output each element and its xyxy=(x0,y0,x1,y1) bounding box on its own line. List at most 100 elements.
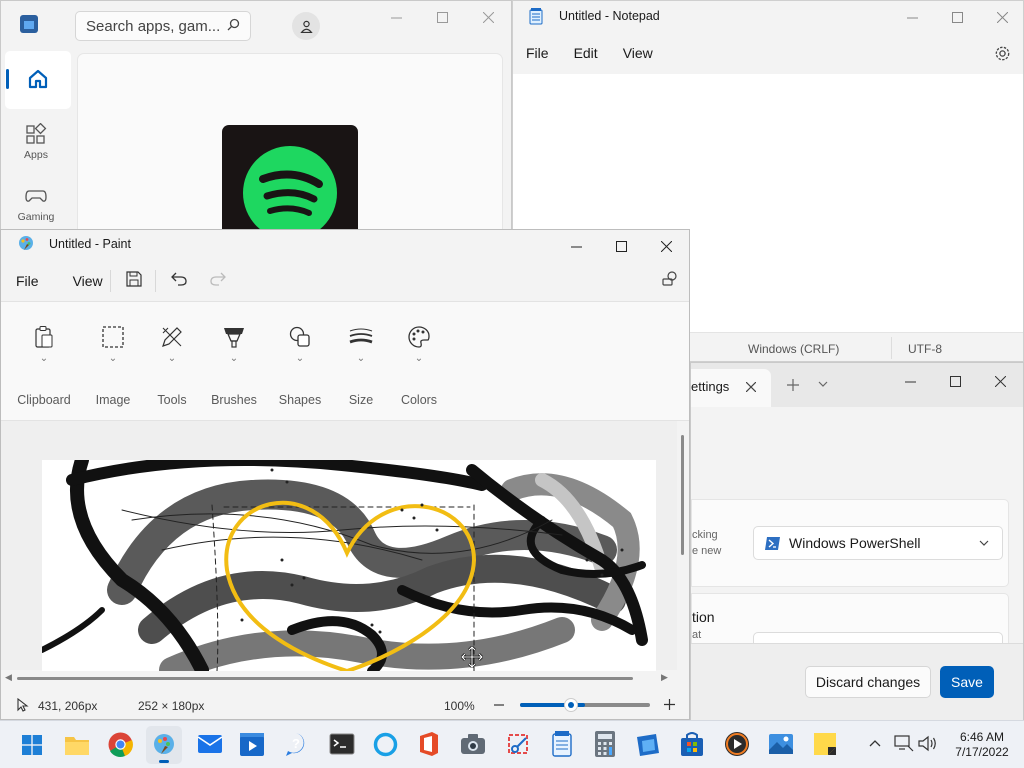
settings-tab[interactable]: ettings xyxy=(691,369,771,407)
store-bag-icon[interactable] xyxy=(680,731,704,757)
chevron-down-icon: ⌄ xyxy=(295,353,305,364)
notepad-menu-edit[interactable]: Edit xyxy=(574,45,598,61)
drawing-canvas[interactable] xyxy=(42,460,656,671)
chrome-icon[interactable] xyxy=(108,732,133,757)
store-maximize-button[interactable] xyxy=(419,1,465,33)
paint-maximize-button[interactable] xyxy=(598,230,644,262)
notepad-menubar: File Edit View xyxy=(526,45,653,61)
zoom-slider[interactable] xyxy=(520,698,650,712)
close-tab-icon[interactable] xyxy=(746,382,756,392)
save-icon[interactable] xyxy=(126,271,142,287)
photos-icon[interactable] xyxy=(768,732,794,756)
apps-icon xyxy=(26,122,47,144)
colors-label: Colors xyxy=(400,393,438,407)
camera-icon[interactable] xyxy=(460,733,486,755)
store-nav-gaming[interactable]: Gaming xyxy=(1,185,71,223)
notepad-menu-file[interactable]: File xyxy=(526,45,549,61)
notepad-menu-view[interactable]: View xyxy=(623,45,653,61)
default-profile-desc-2: e new xyxy=(692,545,722,557)
scroll-left-icon[interactable]: ◀ xyxy=(5,672,12,683)
size-group[interactable]: ⌄ Size xyxy=(338,321,384,407)
start-icon[interactable] xyxy=(22,735,42,755)
store-icon[interactable] xyxy=(636,731,660,757)
terminal-icon[interactable] xyxy=(329,733,355,755)
notepad-minimize-button[interactable] xyxy=(889,1,935,33)
paint-menu-file[interactable]: File xyxy=(16,273,39,289)
discard-changes-button[interactable]: Discard changes xyxy=(805,666,931,698)
mail-icon[interactable] xyxy=(197,733,223,755)
shapes-icon xyxy=(289,326,310,347)
get-help-icon[interactable]: ? xyxy=(284,732,308,757)
home-icon xyxy=(28,69,48,89)
notepad-maximize-button[interactable] xyxy=(934,1,980,33)
user-icon xyxy=(299,20,313,33)
chevron-up-icon[interactable] xyxy=(869,739,881,747)
paint-taskbar-active[interactable] xyxy=(146,726,182,764)
default-terminal-title: tion xyxy=(692,609,715,625)
brush-icon xyxy=(224,328,244,348)
chevron-down-icon: ⌄ xyxy=(39,353,49,364)
calculator-icon[interactable] xyxy=(594,730,616,758)
horizontal-scroll-thumb[interactable] xyxy=(17,677,633,680)
notepad-icon[interactable] xyxy=(551,730,573,758)
account-avatar[interactable] xyxy=(292,12,320,40)
store-content-area xyxy=(77,53,503,239)
tools-group[interactable]: ⌄ Tools xyxy=(148,321,196,407)
store-nav-apps[interactable]: Apps xyxy=(1,122,71,161)
zoom-slider-thumb[interactable] xyxy=(564,698,578,712)
media-player-icon[interactable] xyxy=(724,731,750,757)
paint-close-button[interactable] xyxy=(643,230,689,262)
clipboard-label: Clipboard xyxy=(17,393,71,407)
brushes-group[interactable]: ⌄ Brushes xyxy=(207,321,261,407)
network-icon[interactable] xyxy=(894,735,914,752)
shapes-group[interactable]: ⌄ Shapes xyxy=(275,321,325,407)
snipping-tool-icon[interactable] xyxy=(506,732,530,756)
volume-icon[interactable] xyxy=(918,735,938,752)
store-close-button[interactable] xyxy=(465,1,511,33)
terminal-maximize-button[interactable] xyxy=(932,365,978,397)
scroll-right-icon[interactable]: ▶ xyxy=(661,672,668,683)
file-explorer-icon[interactable] xyxy=(64,733,90,757)
terminal-close-button[interactable] xyxy=(977,365,1023,397)
spotify-tile[interactable] xyxy=(222,125,358,239)
image-label: Image xyxy=(95,393,131,407)
store-nav-home[interactable] xyxy=(5,51,71,109)
store-minimize-button[interactable] xyxy=(373,1,419,33)
paint-minimize-button[interactable] xyxy=(553,230,599,262)
gear-icon[interactable] xyxy=(994,45,1011,62)
chevron-down-icon: ⌄ xyxy=(229,353,239,364)
clock[interactable]: 6:46 AM 7/17/2022 xyxy=(940,730,1024,760)
clipboard-group[interactable]: ⌄ Clipboard xyxy=(15,321,73,407)
default-terminal-desc: at xyxy=(692,629,702,641)
palette-icon xyxy=(408,326,430,348)
office-icon[interactable] xyxy=(418,731,440,757)
settings-icon[interactable] xyxy=(661,270,679,288)
zoom-out-icon[interactable] xyxy=(494,704,504,706)
store-nav-gaming-label: Gaming xyxy=(17,211,55,223)
default-profile-dropdown[interactable]: Windows PowerShell xyxy=(753,526,1003,560)
new-tab-icon[interactable] xyxy=(787,379,799,391)
store-search-box[interactable]: Search apps, gam... xyxy=(75,11,251,41)
movies-icon[interactable] xyxy=(239,732,265,757)
select-icon xyxy=(102,326,124,348)
store-search-input[interactable]: Search apps, gam... xyxy=(86,18,220,35)
terminal-minimize-button[interactable] xyxy=(887,365,933,397)
cortana-icon[interactable] xyxy=(373,732,398,757)
save-button[interactable]: Save xyxy=(940,666,994,698)
sticky-notes-icon[interactable] xyxy=(813,732,837,756)
zoom-level: 100% xyxy=(444,699,475,713)
vertical-scroll-thumb[interactable] xyxy=(681,435,684,555)
undo-icon[interactable] xyxy=(171,272,187,286)
horizontal-scrollbar[interactable]: ◀ ▶ xyxy=(1,671,677,685)
cursor-position: 431, 206px xyxy=(38,699,98,713)
chevron-down-icon[interactable] xyxy=(818,381,828,388)
colors-group[interactable]: ⌄ Colors xyxy=(397,321,441,407)
redo-icon xyxy=(210,272,226,286)
zoom-in-icon[interactable] xyxy=(664,699,675,710)
paint-statusbar: 431, 206px 252 × 180px 100% xyxy=(1,688,689,719)
notepad-close-button[interactable] xyxy=(979,1,1023,33)
search-icon[interactable] xyxy=(227,18,240,35)
paint-menu-view[interactable]: View xyxy=(73,273,103,289)
vertical-scrollbar[interactable] xyxy=(677,421,689,671)
image-group[interactable]: ⌄ Image xyxy=(89,321,137,407)
